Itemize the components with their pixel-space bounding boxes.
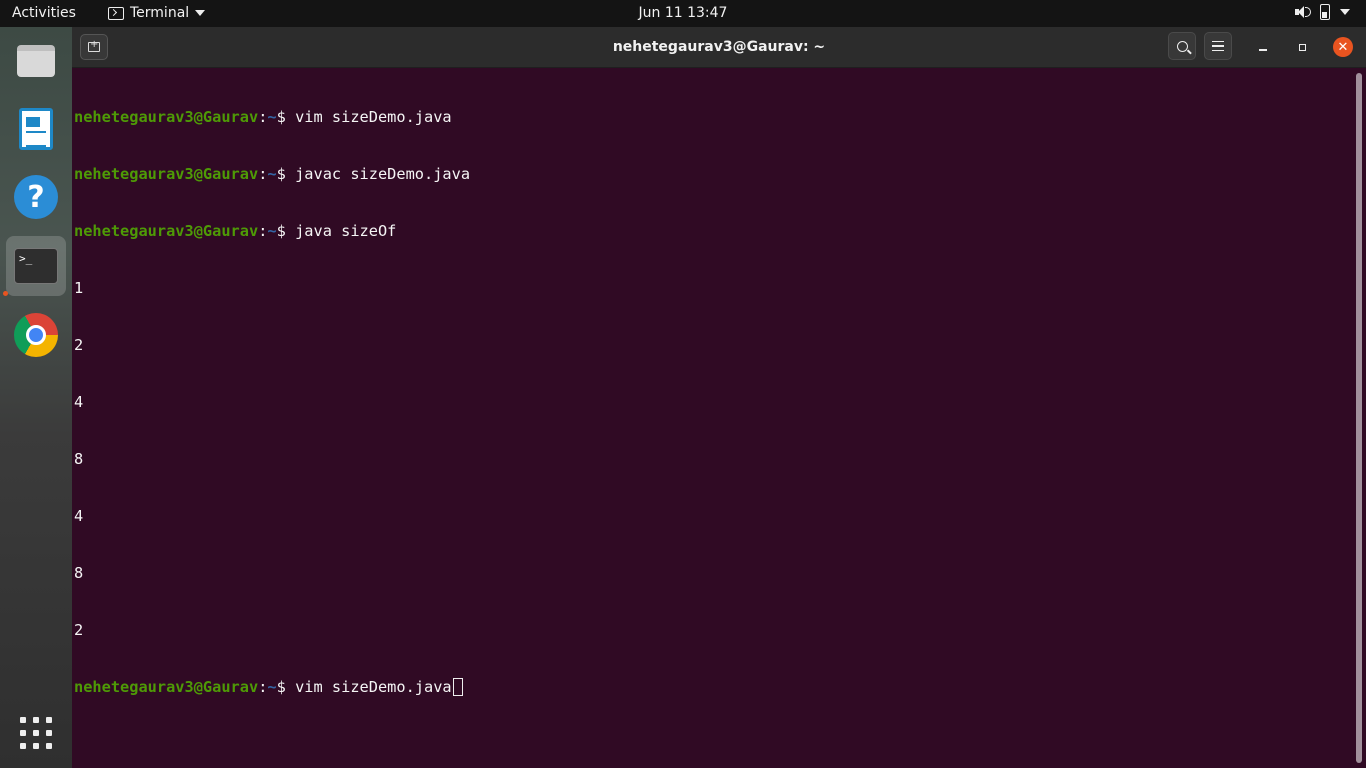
- volume-icon: [1294, 4, 1311, 20]
- dock-terminal[interactable]: >_: [6, 236, 66, 296]
- terminal-output[interactable]: nehetegaurav3@Gaurav:~$ vim sizeDemo.jav…: [72, 68, 1352, 768]
- prompt-path: ~: [267, 165, 277, 183]
- prompt-symbol: $: [276, 222, 296, 240]
- document-icon: [19, 108, 53, 150]
- command-text: java sizeOf: [295, 222, 397, 240]
- output-line: 8: [74, 564, 84, 582]
- command-text: vim sizeDemo.java: [295, 108, 452, 126]
- folder-icon: [17, 45, 55, 77]
- dock: ? >_: [0, 27, 72, 768]
- dock-chrome[interactable]: [6, 305, 66, 365]
- prompt-user-host: nehetegaurav3@Gaurav: [74, 165, 259, 183]
- help-icon: ?: [14, 175, 58, 219]
- system-tray[interactable]: [1294, 4, 1350, 20]
- prompt-user-host: nehetegaurav3@Gaurav: [74, 222, 259, 240]
- output-line: 2: [74, 621, 84, 639]
- minimize-icon: [1259, 49, 1267, 51]
- dock-libreoffice-writer[interactable]: [6, 99, 66, 159]
- current-command-text: vim sizeDemo.java: [295, 678, 452, 696]
- clock[interactable]: Jun 11 13:47: [0, 5, 1366, 21]
- top-bar: Activities Terminal Jun 11 13:47: [0, 0, 1366, 27]
- close-button[interactable]: ✕: [1333, 37, 1353, 57]
- current-command-line[interactable]: nehetegaurav3@Gaurav:~$ vim sizeDemo.jav…: [74, 678, 1352, 697]
- output-line: 4: [74, 507, 84, 525]
- output-line: 4: [74, 393, 84, 411]
- dock-help[interactable]: ?: [6, 167, 66, 227]
- header-bar: nehetegaurav3@Gaurav: ~ ✕: [72, 27, 1366, 68]
- search-button[interactable]: [1168, 32, 1196, 60]
- dock-files[interactable]: [6, 31, 66, 91]
- text-cursor: [452, 678, 463, 696]
- prompt-symbol: $: [276, 678, 296, 696]
- terminal-window: nehetegaurav3@Gaurav: ~ ✕ nehetegaurav3@…: [72, 27, 1366, 768]
- output-line: 2: [74, 336, 84, 354]
- output-line: 8: [74, 450, 84, 468]
- battery-icon: [1320, 4, 1330, 20]
- output-line: 1: [74, 279, 84, 297]
- prompt-symbol: $: [276, 108, 296, 126]
- search-icon: [1176, 40, 1188, 52]
- maximize-icon: [1298, 43, 1306, 51]
- dock-show-applications[interactable]: [6, 703, 66, 763]
- terminal-icon: >_: [14, 248, 58, 284]
- running-indicator: [3, 291, 8, 296]
- command-line: nehetegaurav3@Gaurav:~$ vim sizeDemo.jav…: [74, 108, 1352, 127]
- prompt-user-host: nehetegaurav3@Gaurav: [74, 678, 259, 696]
- hamburger-icon: [1212, 41, 1224, 51]
- prompt-path: ~: [267, 108, 277, 126]
- prompt-symbol: $: [276, 165, 296, 183]
- chrome-icon: [14, 313, 58, 357]
- close-icon: ✕: [1333, 37, 1353, 57]
- prompt-path: ~: [267, 222, 277, 240]
- command-text: javac sizeDemo.java: [295, 165, 471, 183]
- scrollbar[interactable]: [1356, 73, 1362, 763]
- command-line: nehetegaurav3@Gaurav:~$ java sizeOf: [74, 222, 1352, 241]
- menu-button[interactable]: [1204, 32, 1232, 60]
- prompt-user-host: nehetegaurav3@Gaurav: [74, 108, 259, 126]
- chevron-down-icon: [1340, 9, 1350, 15]
- prompt-path: ~: [267, 678, 277, 696]
- command-line: nehetegaurav3@Gaurav:~$ javac sizeDemo.j…: [74, 165, 1352, 184]
- minimize-button[interactable]: [1253, 37, 1273, 57]
- maximize-button[interactable]: [1292, 37, 1312, 57]
- apps-grid-icon: [20, 717, 52, 749]
